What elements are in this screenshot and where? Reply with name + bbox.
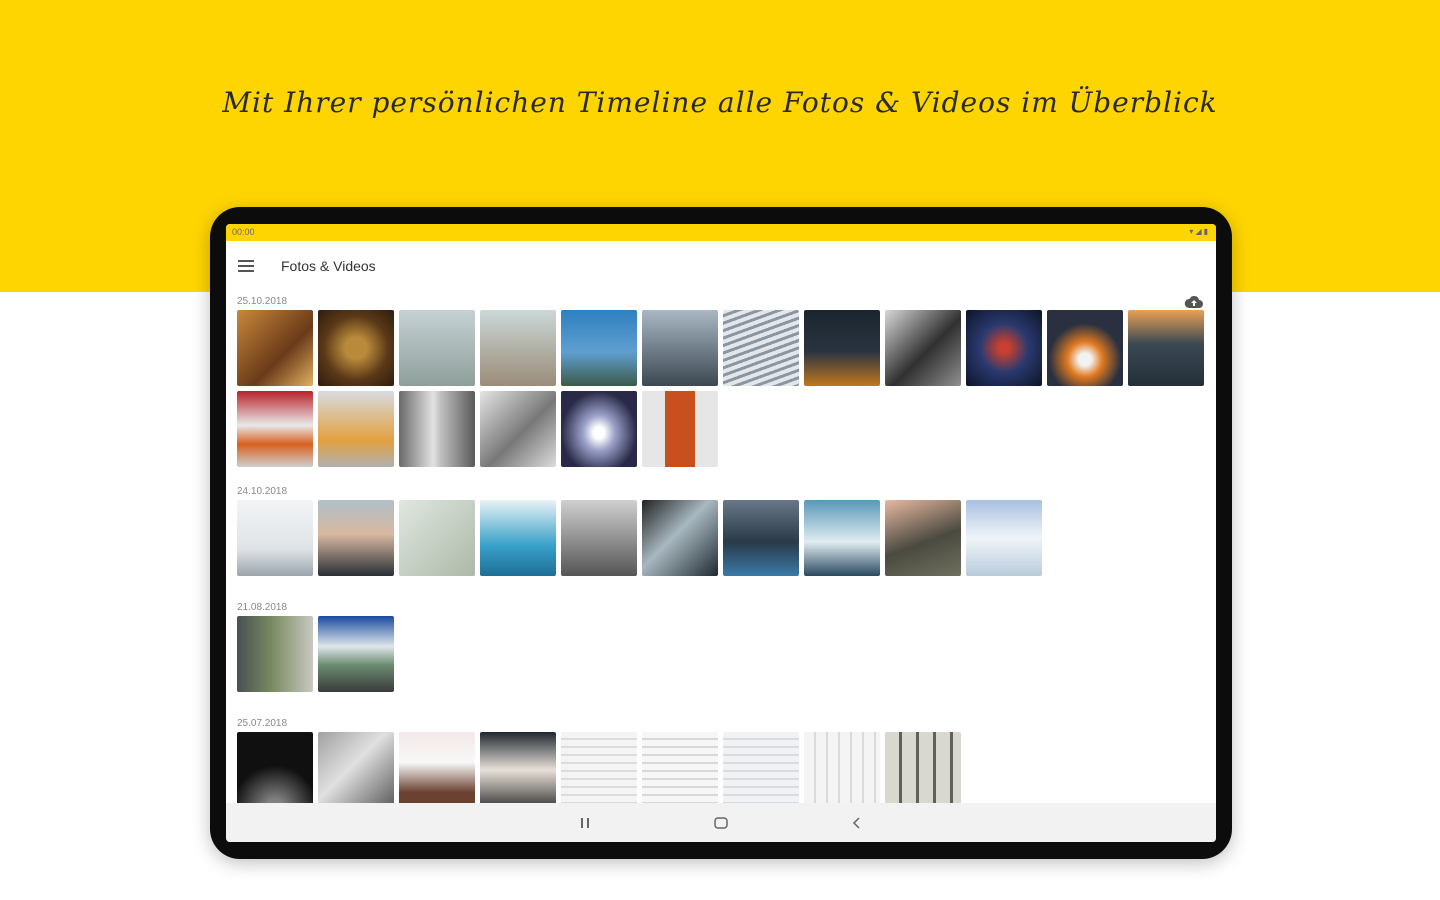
photo-thumbnail[interactable] <box>642 391 718 467</box>
timeline-section: 25.07.2018 <box>226 715 1216 803</box>
timeline-section: 24.10.2018 <box>226 483 1216 576</box>
photo-thumbnail[interactable] <box>237 310 313 386</box>
photo-grid <box>226 732 1216 803</box>
status-time: 00:00 <box>232 227 255 237</box>
section-date: 25.10.2018 <box>237 296 288 307</box>
photo-thumbnail[interactable] <box>399 310 475 386</box>
timeline-section: 25.10.2018 <box>226 293 1216 467</box>
app-bar: Fotos & Videos <box>226 241 1216 293</box>
timeline[interactable]: 25.10.2018 24.10.2018 21.08.2018 25.07.2… <box>226 293 1216 803</box>
photo-thumbnail[interactable] <box>804 732 880 803</box>
photo-thumbnail[interactable] <box>237 391 313 467</box>
photo-thumbnail[interactable] <box>804 310 880 386</box>
photo-thumbnail[interactable] <box>399 500 475 576</box>
photo-thumbnail[interactable] <box>480 732 556 803</box>
photo-grid <box>226 616 1216 692</box>
photo-thumbnail[interactable] <box>399 391 475 467</box>
photo-grid <box>226 500 1216 576</box>
photo-thumbnail[interactable] <box>1128 310 1204 386</box>
section-date: 25.07.2018 <box>237 718 288 729</box>
photo-thumbnail[interactable] <box>642 732 718 803</box>
photo-thumbnail[interactable] <box>561 732 637 803</box>
status-bar: 00:00 ▾◢▮ <box>226 224 1216 241</box>
section-date: 21.08.2018 <box>237 602 288 613</box>
photo-grid <box>226 310 1216 467</box>
photo-thumbnail[interactable] <box>723 732 799 803</box>
cloud-upload-icon[interactable] <box>1184 295 1204 309</box>
photo-thumbnail[interactable] <box>885 732 961 803</box>
photo-thumbnail[interactable] <box>318 310 394 386</box>
photo-thumbnail[interactable] <box>561 310 637 386</box>
photo-thumbnail[interactable] <box>804 500 880 576</box>
photo-thumbnail[interactable] <box>318 391 394 467</box>
photo-thumbnail[interactable] <box>318 732 394 803</box>
recents-icon[interactable] <box>575 813 595 833</box>
photo-thumbnail[interactable] <box>480 391 556 467</box>
navigation-bar <box>226 803 1216 842</box>
app-title: Fotos & Videos <box>281 258 376 274</box>
menu-icon[interactable] <box>238 260 254 274</box>
photo-thumbnail[interactable] <box>318 616 394 692</box>
photo-thumbnail[interactable] <box>966 500 1042 576</box>
photo-thumbnail[interactable] <box>318 500 394 576</box>
photo-thumbnail[interactable] <box>561 500 637 576</box>
section-date: 24.10.2018 <box>237 486 288 497</box>
photo-thumbnail[interactable] <box>237 732 313 803</box>
status-icons: ▾◢▮ <box>1189 227 1210 236</box>
timeline-section: 21.08.2018 <box>226 599 1216 692</box>
photo-thumbnail[interactable] <box>480 500 556 576</box>
headline: Mit Ihrer persönlichen Timeline alle Fot… <box>222 86 1218 119</box>
photo-thumbnail[interactable] <box>480 310 556 386</box>
back-icon[interactable] <box>847 813 867 833</box>
photo-thumbnail[interactable] <box>399 732 475 803</box>
photo-thumbnail[interactable] <box>723 500 799 576</box>
tablet-frame: 00:00 ▾◢▮ Fotos & Videos 25.10.2018 24.1… <box>210 207 1232 859</box>
photo-thumbnail[interactable] <box>561 391 637 467</box>
photo-thumbnail[interactable] <box>1047 310 1123 386</box>
photo-thumbnail[interactable] <box>885 310 961 386</box>
tablet-screen: 00:00 ▾◢▮ Fotos & Videos 25.10.2018 24.1… <box>226 224 1216 842</box>
photo-thumbnail[interactable] <box>237 616 313 692</box>
photo-thumbnail[interactable] <box>642 500 718 576</box>
photo-thumbnail[interactable] <box>642 310 718 386</box>
photo-thumbnail[interactable] <box>237 500 313 576</box>
home-icon[interactable] <box>711 813 731 833</box>
photo-thumbnail[interactable] <box>723 310 799 386</box>
photo-thumbnail[interactable] <box>966 310 1042 386</box>
photo-thumbnail[interactable] <box>885 500 961 576</box>
